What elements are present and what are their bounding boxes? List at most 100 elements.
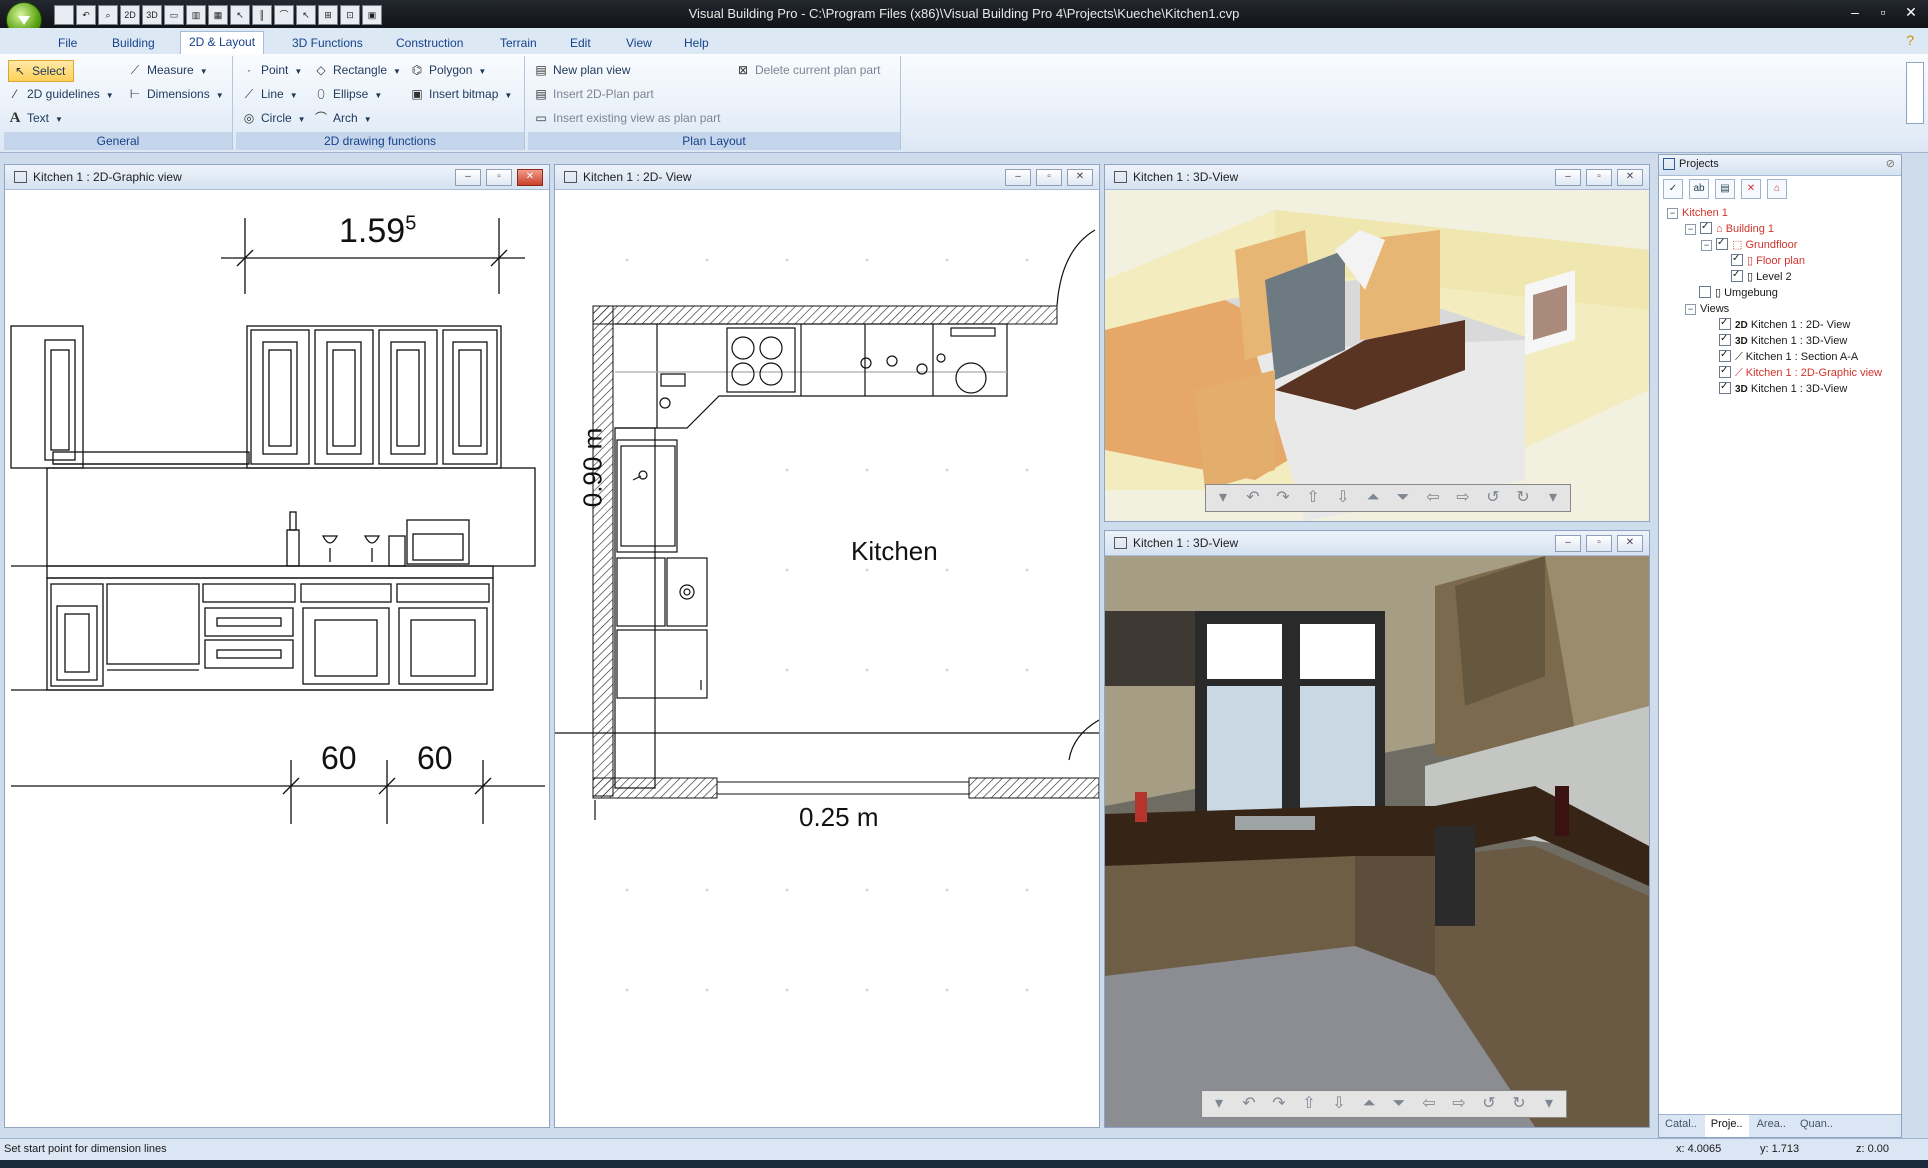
nav-dropdown-icon[interactable]: ▾ — [1210, 487, 1236, 509]
rotate-right-icon[interactable]: ↷ — [1266, 1093, 1292, 1115]
ribbon-tabs: File Building 2D & Layout 3D Functions C… — [0, 28, 1928, 55]
circle-button[interactable]: ◎ Circle ▼ — [242, 108, 306, 128]
tab-view[interactable]: View — [618, 33, 660, 54]
folder-icon[interactable]: ▤ — [1715, 179, 1735, 199]
tilt-down-icon[interactable]: ⏷ — [1390, 487, 1416, 509]
move-down-icon[interactable]: ⇩ — [1326, 1093, 1352, 1115]
select-button[interactable]: ↖ Select — [8, 60, 75, 82]
guidelines-button[interactable]: ⁄ 2D guidelines ▼ — [8, 84, 114, 104]
3d-view-bottom-canvas[interactable]: ▾ ↶ ↷ ⇧ ⇩ ⏶ ⏷ ⇦ ⇨ ↺ ↻ ▾ — [1105, 556, 1649, 1127]
tab-quantities[interactable]: Quan.. — [1794, 1115, 1839, 1137]
close-icon[interactable]: ✕ — [517, 169, 543, 186]
move-left-icon[interactable]: ⇦ — [1420, 487, 1446, 509]
nav-more-icon[interactable]: ▾ — [1536, 1093, 1562, 1115]
tab-edit[interactable]: Edit — [562, 33, 599, 54]
move-right-icon[interactable]: ⇨ — [1446, 1093, 1472, 1115]
maximize-icon[interactable]: ▫ — [1586, 535, 1612, 552]
close-icon[interactable]: ✕ — [1617, 169, 1643, 186]
rotate-right-icon[interactable]: ↷ — [1270, 487, 1296, 509]
tree-node-building[interactable]: −⌂ Building 1 — [1685, 219, 1774, 237]
side-scroll-handle[interactable] — [1906, 62, 1924, 124]
move-right-icon[interactable]: ⇨ — [1450, 487, 1476, 509]
turn-left-icon[interactable]: ↺ — [1476, 1093, 1502, 1115]
rectangle-button[interactable]: ◇ Rectangle ▼ — [314, 60, 401, 80]
tab-construction[interactable]: Construction — [388, 33, 471, 54]
tree-node-kitchen[interactable]: − Kitchen 1 — [1667, 205, 1728, 221]
tab-catalog[interactable]: Catal.. — [1659, 1115, 1703, 1137]
rotate-left-icon[interactable]: ↶ — [1236, 1093, 1262, 1115]
move-up-icon[interactable]: ⇧ — [1296, 1093, 1322, 1115]
minimize-icon[interactable]: – — [455, 169, 481, 186]
delete-icon[interactable]: ✕ — [1741, 179, 1761, 199]
house-icon[interactable]: ⌂ — [1767, 179, 1787, 199]
text-button[interactable]: A Text ▼ — [8, 108, 63, 128]
delete-plan-part-button[interactable]: ⊠ Delete current plan part — [736, 60, 880, 80]
tilt-up-icon[interactable]: ⏶ — [1360, 487, 1386, 509]
insert-view-icon: ▭ — [535, 111, 547, 125]
insert-existing-view-button[interactable]: ▭ Insert existing view as plan part — [534, 108, 720, 128]
nav-more-icon[interactable]: ▾ — [1540, 487, 1566, 509]
arch-icon: ⌒ — [314, 111, 327, 125]
minimize-icon[interactable]: – — [1555, 535, 1581, 552]
tree-node-section[interactable]: ⟋ Kitchen 1 : Section A-A — [1719, 347, 1858, 365]
tab-area[interactable]: Area.. — [1751, 1115, 1792, 1137]
measure-button[interactable]: ⟋ Measure ▼ — [128, 60, 208, 80]
tree-node-view-3d-2[interactable]: 3D Kitchen 1 : 3D-View — [1719, 379, 1847, 397]
pin-icon[interactable]: ⊘ — [1886, 157, 1895, 170]
turn-left-icon[interactable]: ↺ — [1480, 487, 1506, 509]
tab-projects[interactable]: Proje.. — [1704, 1115, 1749, 1137]
insert-bitmap-button[interactable]: ▣ Insert bitmap ▼ — [410, 84, 512, 104]
check-icon[interactable]: ✓ — [1663, 179, 1683, 199]
ellipse-button[interactable]: ⬯ Ellipse ▼ — [314, 84, 382, 104]
tab-help[interactable]: Help — [676, 33, 717, 54]
tree-node-graphic-view[interactable]: ⟋ Kitchen 1 : 2D-Graphic view — [1719, 363, 1882, 381]
maximize-icon[interactable]: ▫ — [1872, 3, 1894, 21]
3d-view-top-canvas[interactable]: ▾ ↶ ↷ ⇧ ⇩ ⏶ ⏷ ⇦ ⇨ ↺ ↻ ▾ — [1105, 190, 1649, 521]
close-icon[interactable]: ✕ — [1617, 535, 1643, 552]
graphic-view-canvas[interactable]: 1.595 60 60 — [5, 190, 549, 1127]
point-icon: · — [247, 63, 251, 77]
tab-terrain[interactable]: Terrain — [492, 33, 545, 54]
minimize-icon[interactable]: – — [1844, 3, 1866, 21]
tree-node-grundfloor[interactable]: −⬚ Grundfloor — [1701, 235, 1797, 253]
tree-node-view-3d[interactable]: 3D Kitchen 1 : 3D-View — [1719, 331, 1847, 349]
insert-2d-plan-part-button[interactable]: ▤ Insert 2D-Plan part — [534, 84, 653, 104]
move-down-icon[interactable]: ⇩ — [1330, 487, 1356, 509]
point-button[interactable]: · Point ▼ — [242, 60, 302, 80]
close-icon[interactable]: ✕ — [1067, 169, 1093, 186]
close-icon[interactable]: ✕ — [1900, 3, 1922, 21]
tree-node-level-2[interactable]: ▯ Level 2 — [1731, 267, 1792, 285]
minimize-icon[interactable]: – — [1555, 169, 1581, 186]
turn-right-icon[interactable]: ↻ — [1506, 1093, 1532, 1115]
rotate-left-icon[interactable]: ↶ — [1240, 487, 1266, 509]
maximize-icon[interactable]: ▫ — [1036, 169, 1062, 186]
maximize-icon[interactable]: ▫ — [486, 169, 512, 186]
new-plan-view-button[interactable]: ▤ New plan view — [534, 60, 630, 80]
plan-view-canvas[interactable]: Kitchen 0.90 m 0.25 m — [555, 190, 1099, 1127]
dimensions-button[interactable]: ⊢ Dimensions ▼ — [128, 84, 224, 104]
help-icon[interactable]: ? — [1906, 32, 1914, 48]
isometric-render — [1105, 190, 1649, 521]
tree-node-view-2d[interactable]: 2D Kitchen 1 : 2D- View — [1719, 315, 1850, 333]
polygon-button[interactable]: ⌬ Polygon ▼ — [410, 60, 487, 80]
tilt-up-icon[interactable]: ⏶ — [1356, 1093, 1382, 1115]
tilt-down-icon[interactable]: ⏷ — [1386, 1093, 1412, 1115]
graphic-view-icon: ⟋ — [1735, 367, 1746, 379]
tab-3d-functions[interactable]: 3D Functions — [284, 33, 371, 54]
tab-file[interactable]: File — [50, 33, 85, 54]
minimize-icon[interactable]: – — [1005, 169, 1031, 186]
tab-building[interactable]: Building — [104, 33, 163, 54]
move-up-icon[interactable]: ⇧ — [1300, 487, 1326, 509]
3d-view-bottom-title: Kitchen 1 : 3D-View — [1133, 536, 1239, 550]
move-left-icon[interactable]: ⇦ — [1416, 1093, 1442, 1115]
maximize-icon[interactable]: ▫ — [1586, 169, 1612, 186]
tree-node-floor-plan[interactable]: ▯ Floor plan — [1731, 251, 1805, 269]
line-button[interactable]: ⟋ Line ▼ — [242, 84, 298, 104]
turn-right-icon[interactable]: ↻ — [1510, 487, 1536, 509]
nav-dropdown-icon[interactable]: ▾ — [1206, 1093, 1232, 1115]
rename-icon[interactable]: ab — [1689, 179, 1709, 199]
tab-2d-layout[interactable]: 2D & Layout — [180, 31, 265, 55]
tree-node-umgebung[interactable]: ▯ Umgebung — [1699, 285, 1778, 301]
arch-button[interactable]: ⌒ Arch ▼ — [314, 108, 372, 128]
status-bar: Set start point for dimension lines x: 4… — [0, 1138, 1928, 1161]
